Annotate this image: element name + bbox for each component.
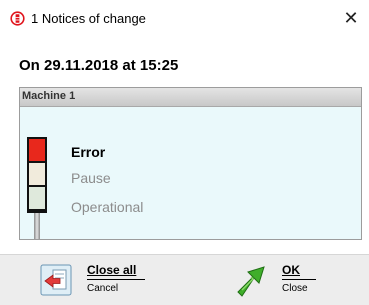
title-bar: 1 Notices of change ✕ — [0, 0, 369, 38]
state-label-operational: Operational — [71, 199, 144, 215]
notice-timestamp: On 29.11.2018 at 15:25 — [19, 57, 179, 74]
machine-panel: Machine 1 Error Pause Operational — [19, 87, 362, 240]
close-all-button[interactable]: Close all Cancel — [38, 261, 150, 301]
ok-button[interactable]: OK Close — [233, 261, 323, 301]
ok-label: OK — [282, 263, 300, 277]
state-label-error: Error — [71, 144, 106, 160]
close-all-sublabel: Cancel — [87, 283, 119, 294]
lamp-pause — [27, 163, 47, 185]
close-all-icon — [40, 264, 72, 296]
state-label-pause: Pause — [71, 170, 111, 186]
lamp-error — [27, 139, 47, 161]
ok-sublabel: Close — [282, 283, 308, 294]
machine-name: Machine 1 — [22, 90, 76, 102]
window-title: 1 Notices of change — [31, 11, 146, 26]
close-all-label: Close all — [87, 263, 137, 277]
signal-tower-icon — [10, 11, 25, 26]
dialog-footer: Close all Cancel OK Close — [0, 254, 369, 305]
green-check-arrow-icon — [237, 266, 265, 297]
machine-panel-header: Machine 1 — [20, 88, 361, 107]
signal-tower-icon — [27, 137, 47, 239]
lamp-operational — [27, 187, 47, 209]
close-window-button[interactable]: ✕ — [340, 7, 362, 29]
signal-tower-pole — [34, 213, 40, 239]
